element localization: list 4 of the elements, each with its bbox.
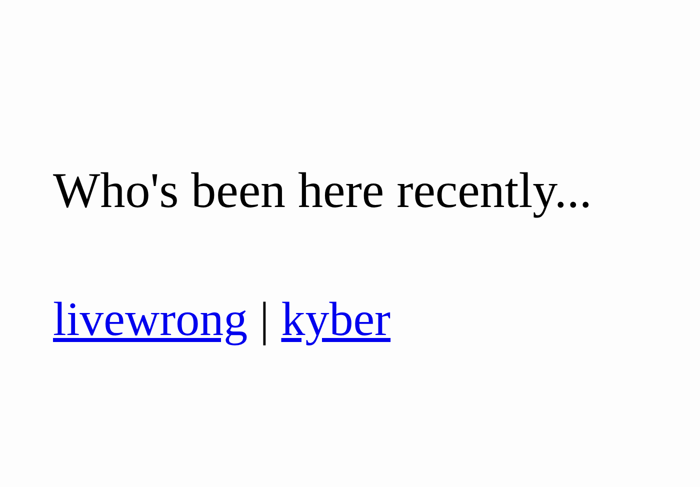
user-link[interactable]: kyber	[281, 293, 391, 346]
user-link[interactable]: livewrong	[53, 293, 248, 346]
separator: |	[260, 293, 270, 346]
page-heading: Who's been here recently...	[53, 163, 593, 218]
